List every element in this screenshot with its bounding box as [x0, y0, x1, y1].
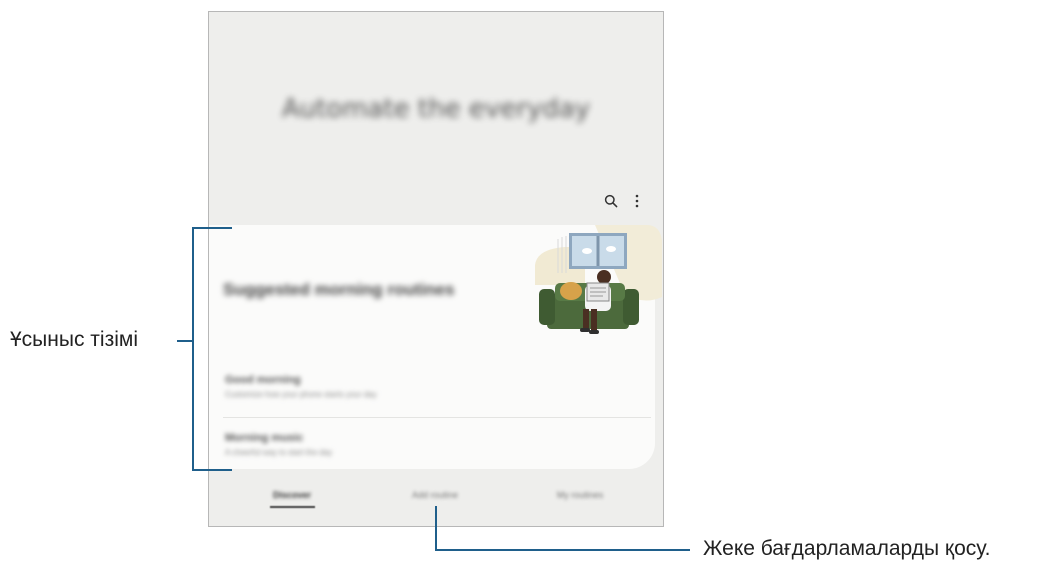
tab-my-routines[interactable]: My routines [545, 490, 615, 500]
routine-description: Customize how your phone starts your day [225, 390, 377, 399]
routine-name: Morning music [225, 432, 304, 444]
routine-description: A cheerful way to start the day [225, 448, 333, 457]
phone-screen: Automate the everyday Suggested morning … [208, 11, 664, 527]
tab-add-routine[interactable]: Add routine [405, 490, 465, 500]
callout-suggestion-list: Ұсыныс тізімі [10, 328, 138, 351]
search-icon[interactable] [602, 192, 620, 210]
manual-illustration: Automate the everyday Suggested morning … [0, 0, 1060, 567]
list-item[interactable]: Morning music A cheerful way to start th… [225, 432, 645, 457]
routine-name: Good morning [225, 374, 301, 386]
bottom-tab-bar: Discover Add routine My routines [209, 482, 663, 512]
tab-discover[interactable]: Discover [267, 490, 317, 500]
list-item[interactable]: Good morning Customize how your phone st… [225, 374, 645, 399]
more-vertical-icon[interactable] [628, 192, 646, 210]
reading-on-sofa-illustration [535, 225, 662, 334]
hero-title: Automate the everyday [281, 94, 591, 124]
divider [223, 417, 651, 418]
suggestion-list-title: Suggested morning routines [223, 280, 455, 299]
suggestion-list-card: Suggested morning routines Good morning … [209, 225, 662, 469]
callout-add-routine: Жеке бағдарламаларды қосу. [703, 537, 991, 560]
selected-tab-indicator [270, 506, 315, 508]
